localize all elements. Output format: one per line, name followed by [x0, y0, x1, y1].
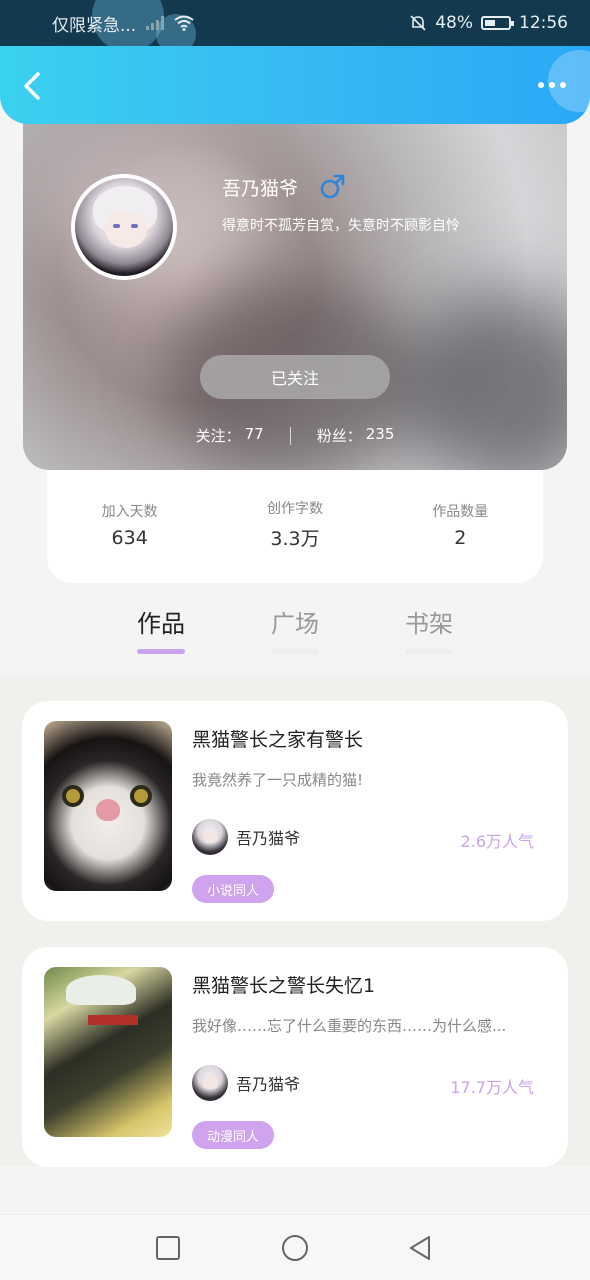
back-nav-icon[interactable] — [407, 1234, 435, 1262]
work-popularity: 17.7万人气 — [450, 1078, 534, 1097]
works-list: 黑猫警长之家有警长 我竟然养了一只成精的猫! 吾乃猫爷 2.6万人气 小说同人 … — [0, 676, 590, 1167]
home-icon[interactable] — [281, 1234, 309, 1262]
work-cover-image — [44, 967, 172, 1137]
work-description: 我好像……忘了什么重要的东西……为什么感... — [192, 1017, 507, 1035]
work-tag[interactable]: 动漫同人 — [192, 1121, 275, 1149]
top-header — [0, 46, 590, 124]
profile-nickname: 吾乃猫爷 — [222, 178, 299, 200]
followed-button[interactable]: 已关注 — [200, 355, 390, 399]
stat-label: 加入天数 — [101, 503, 158, 520]
profile-banner: 吾乃猫爷 得意时不孤芳自赏，失意时不顾影自怜 已关注 关注： 77 粉丝： 23… — [23, 110, 567, 470]
follow-stats: 关注： 77 粉丝： 235 — [23, 425, 567, 446]
tab-bookshelf[interactable]: 书架 — [389, 604, 469, 654]
work-card[interactable]: 黑猫警长之警长失忆1 我好像……忘了什么重要的东西……为什么感... 吾乃猫爷 … — [22, 947, 568, 1167]
wifi-icon — [174, 15, 194, 31]
back-arrow-icon[interactable] — [18, 70, 48, 102]
system-nav-bar — [0, 1214, 590, 1280]
male-icon — [320, 174, 345, 199]
status-bar: 仅限紧急... 48% 12:56 — [0, 0, 590, 54]
tab-indicator — [137, 649, 185, 654]
stat-label: 作品数量 — [432, 503, 489, 520]
fans-count[interactable]: 粉丝： 235 — [317, 425, 395, 446]
clock: 12:56 — [519, 13, 568, 33]
tab-indicator — [405, 649, 453, 654]
following-value: 77 — [244, 425, 264, 443]
avatar[interactable] — [71, 174, 177, 280]
carrier-text: 仅限紧急... — [52, 15, 137, 36]
battery-percent: 48% — [435, 13, 473, 33]
stats-card: 加入天数 634 创作字数 3.3万 作品数量 2 — [47, 470, 543, 583]
work-tag[interactable]: 小说同人 — [192, 875, 275, 903]
more-options-icon[interactable] — [538, 82, 566, 88]
fans-value: 235 — [365, 425, 395, 443]
divider — [289, 426, 291, 445]
signal-icon — [146, 16, 165, 30]
work-title: 黑猫警长之家有警长 — [192, 729, 364, 751]
stat-value: 2 — [454, 526, 467, 549]
content-tabs: 作品 广场 书架 — [0, 604, 590, 676]
stat-value: 634 — [111, 526, 148, 549]
work-cover-image — [44, 721, 172, 891]
recent-apps-icon[interactable] — [154, 1234, 182, 1262]
stat-work-count: 作品数量 2 — [390, 501, 530, 549]
work-title: 黑猫警长之警长失忆1 — [192, 975, 376, 997]
work-card[interactable]: 黑猫警长之家有警长 我竟然养了一只成精的猫! 吾乃猫爷 2.6万人气 小说同人 — [22, 701, 568, 921]
work-description: 我竟然养了一只成精的猫! — [192, 771, 364, 789]
fans-label: 粉丝： — [316, 427, 362, 445]
avatar — [192, 1065, 228, 1101]
tab-label: 广场 — [271, 610, 319, 638]
tab-indicator — [271, 649, 319, 654]
stat-join-days: 加入天数 634 — [60, 501, 200, 549]
work-author[interactable]: 吾乃猫爷 — [192, 1065, 300, 1101]
tab-label: 作品 — [137, 610, 185, 638]
stat-word-count: 创作字数 3.3万 — [225, 498, 365, 551]
work-popularity: 2.6万人气 — [460, 832, 534, 851]
tab-label: 书架 — [405, 610, 453, 638]
stat-value: 3.3万 — [270, 528, 320, 550]
tab-square[interactable]: 广场 — [255, 604, 335, 654]
following-count[interactable]: 关注： 77 — [196, 425, 264, 446]
stat-label: 创作字数 — [266, 501, 323, 517]
author-name: 吾乃猫爷 — [236, 829, 301, 848]
battery-icon — [481, 16, 514, 30]
author-name: 吾乃猫爷 — [236, 1075, 301, 1094]
avatar — [192, 819, 228, 855]
tab-works[interactable]: 作品 — [121, 604, 201, 654]
mute-bell-icon — [410, 15, 426, 31]
work-author[interactable]: 吾乃猫爷 — [192, 819, 300, 855]
following-label: 关注： — [195, 427, 241, 445]
profile-bio: 得意时不孤芳自赏，失意时不顾影自怜 — [222, 218, 460, 234]
